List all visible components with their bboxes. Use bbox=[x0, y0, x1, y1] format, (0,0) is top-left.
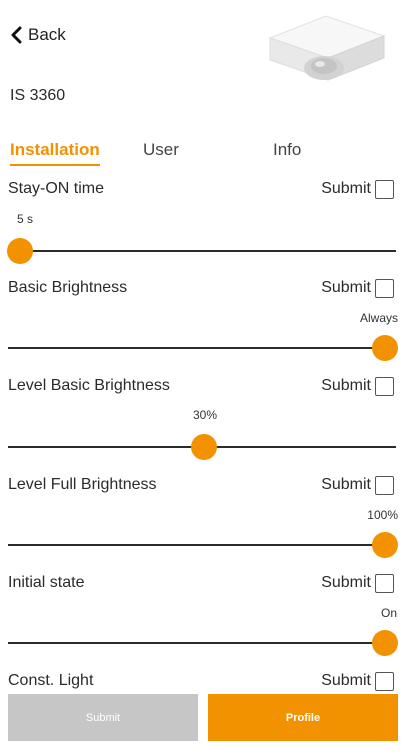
back-label: Back bbox=[28, 25, 66, 44]
initial-state-submit-label: Submit bbox=[321, 574, 371, 591]
basic-brightness-title: Basic Brightness bbox=[8, 279, 128, 296]
level-full-brightness-title: Level Full Brightness bbox=[8, 476, 157, 493]
stay-on-time-value: 5 s bbox=[17, 212, 34, 226]
basic-brightness-value: Always bbox=[359, 311, 398, 325]
stay-on-time-submit-label: Submit bbox=[321, 180, 371, 197]
device-name: IS 3360 bbox=[10, 87, 66, 104]
tab-installation[interactable]: Installation bbox=[10, 140, 100, 166]
back-button[interactable]: Back bbox=[10, 24, 66, 46]
initial-state-value: On bbox=[380, 606, 397, 620]
level-basic-brightness-submit-label: Submit bbox=[321, 377, 371, 394]
level-full-brightness-submit-checkbox[interactable] bbox=[375, 476, 394, 495]
const-light-submit-label: Submit bbox=[321, 672, 371, 689]
stay-on-time-slider-thumb[interactable] bbox=[7, 238, 33, 264]
basic-brightness-slider-thumb[interactable] bbox=[372, 335, 398, 361]
presence-detector-image bbox=[268, 15, 386, 81]
initial-state-slider-thumb[interactable] bbox=[372, 630, 398, 656]
level-basic-brightness-slider-thumb[interactable] bbox=[191, 434, 217, 460]
level-full-brightness-slider-track[interactable] bbox=[8, 544, 396, 546]
const-light-title: Const. Light bbox=[8, 672, 94, 689]
level-full-brightness-submit-label: Submit bbox=[321, 476, 371, 493]
level-basic-brightness-submit-checkbox[interactable] bbox=[375, 377, 394, 396]
stay-on-time-submit-checkbox[interactable] bbox=[375, 180, 394, 199]
tab-info[interactable]: Info bbox=[273, 140, 301, 160]
initial-state-slider-track[interactable] bbox=[8, 642, 396, 644]
level-basic-brightness-value: 30% bbox=[192, 408, 218, 422]
submit-button[interactable]: Submit bbox=[8, 694, 198, 741]
tab-user[interactable]: User bbox=[143, 140, 179, 160]
level-full-brightness-slider-thumb[interactable] bbox=[372, 532, 398, 558]
level-basic-brightness-title: Level Basic Brightness bbox=[8, 377, 170, 394]
basic-brightness-submit-label: Submit bbox=[321, 279, 371, 296]
const-light-submit-checkbox[interactable] bbox=[375, 672, 394, 691]
chevron-left-icon bbox=[11, 26, 22, 44]
stay-on-time-title: Stay-ON time bbox=[8, 180, 105, 197]
basic-brightness-submit-checkbox[interactable] bbox=[375, 279, 394, 298]
level-full-brightness-value: 100% bbox=[367, 508, 398, 522]
basic-brightness-slider-track[interactable] bbox=[8, 347, 396, 349]
stay-on-time-slider-track[interactable] bbox=[8, 250, 396, 252]
profile-button[interactable]: Profile bbox=[208, 694, 398, 741]
initial-state-submit-checkbox[interactable] bbox=[375, 574, 394, 593]
initial-state-title: Initial state bbox=[8, 574, 85, 591]
